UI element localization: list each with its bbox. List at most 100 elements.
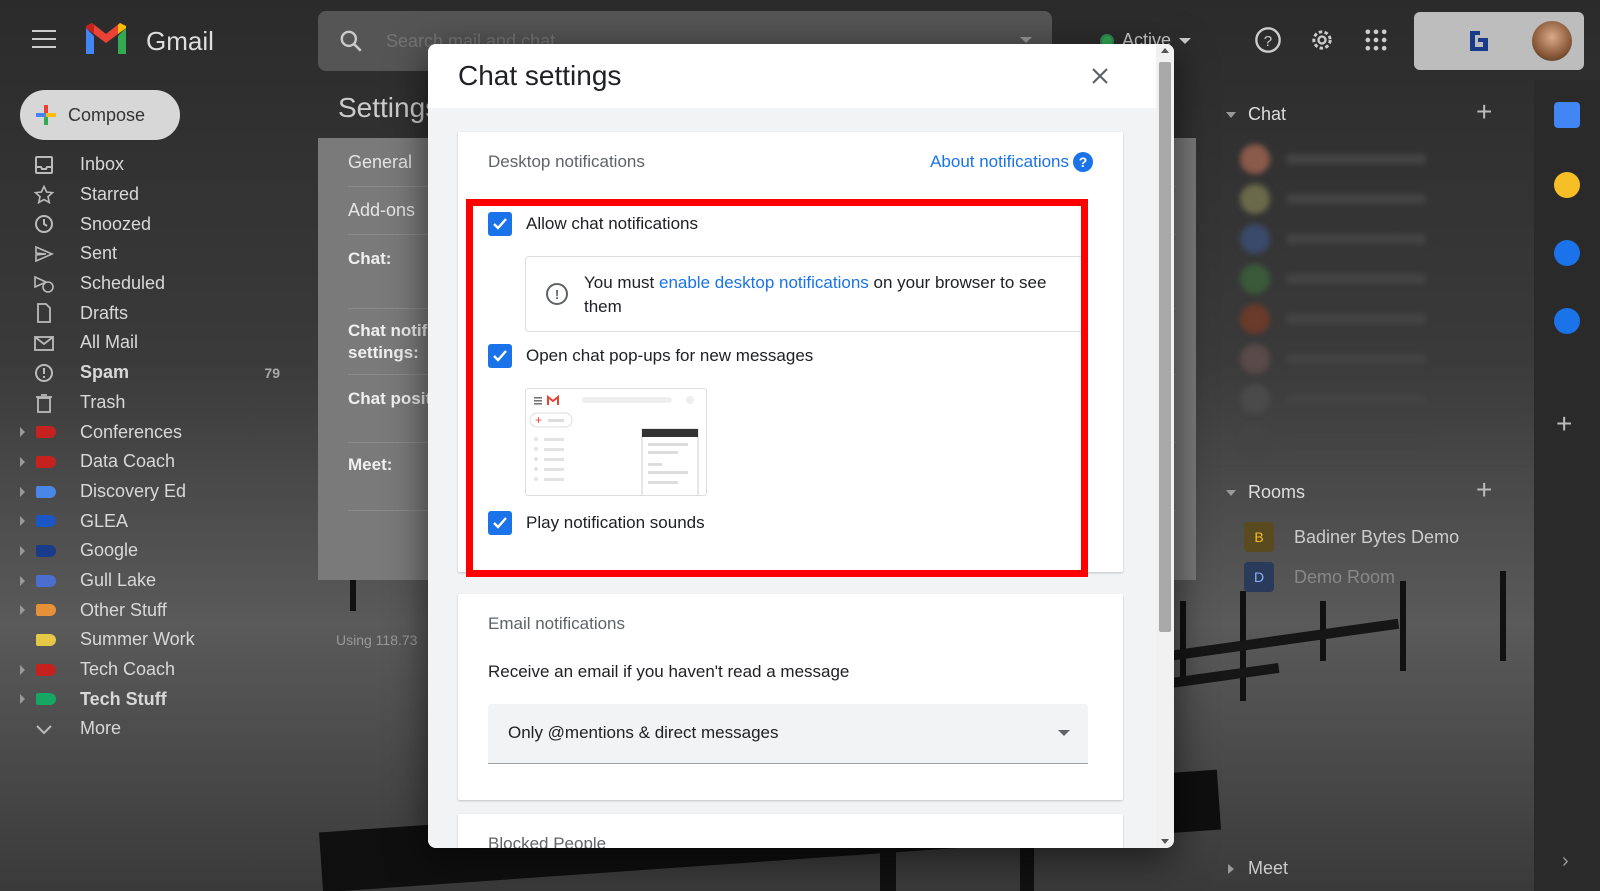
sidebar-label-item[interactable]: Conferences — [0, 417, 300, 447]
gear-icon[interactable] — [1308, 26, 1336, 54]
enable-desktop-notifications-link[interactable]: enable desktop notifications — [659, 273, 869, 292]
calendar-icon[interactable] — [1554, 102, 1580, 128]
about-notifications-label[interactable]: About notifications — [930, 152, 1069, 172]
chat-contact-row[interactable] — [1240, 144, 1440, 174]
sidebar-item-scheduled[interactable]: Scheduled — [0, 269, 300, 299]
open-chat-popups-checkbox[interactable] — [488, 344, 512, 368]
sidebar-label-item[interactable]: Discovery Ed — [0, 477, 300, 507]
sidebar-label-item[interactable]: Data Coach — [0, 447, 300, 477]
chevron-down-icon[interactable] — [1226, 112, 1236, 120]
room-item[interactable]: D Demo Room — [1244, 562, 1395, 592]
tab-add-ons[interactable]: Add-ons — [348, 200, 415, 221]
browser-permission-text: You must enable desktop notifications on… — [584, 273, 1047, 316]
open-chat-popups-row[interactable]: Open chat pop-ups for new messages — [488, 344, 813, 368]
label-tag-icon — [36, 455, 56, 468]
checkmark-icon — [493, 218, 507, 230]
label-name: Google — [80, 540, 139, 561]
sidebar-item-inbox[interactable]: Inbox — [0, 150, 300, 180]
chat-popup-preview-image: + — [525, 388, 707, 496]
expand-arrow-icon[interactable] — [20, 486, 25, 497]
allow-chat-notifications-row[interactable]: Allow chat notifications — [488, 212, 698, 236]
dialog-header: Chat settings — [428, 44, 1174, 108]
sidebar-label-item[interactable]: Tech Coach — [0, 655, 300, 685]
close-icon[interactable] — [1088, 64, 1112, 88]
help-icon[interactable]: ? — [1254, 26, 1282, 54]
scroll-up-arrow-icon[interactable] — [1161, 48, 1169, 53]
sidebar-item-drafts[interactable]: Drafts — [0, 298, 300, 328]
label-name: Gull Lake — [80, 569, 157, 590]
expand-arrow-icon[interactable] — [20, 575, 25, 586]
expand-arrow-icon[interactable] — [20, 694, 25, 705]
expand-arrow-icon[interactable] — [20, 427, 25, 438]
label-name: Data Coach — [80, 451, 176, 472]
keep-icon[interactable] — [1554, 172, 1580, 198]
expand-arrow-icon[interactable] — [20, 605, 25, 616]
chat-contact-row[interactable] — [1240, 264, 1440, 294]
expand-arrow-icon[interactable] — [20, 516, 25, 527]
chat-contact-row[interactable] — [1240, 184, 1440, 214]
chevron-right-icon[interactable] — [1228, 864, 1236, 874]
sidebar-item-snoozed[interactable]: Snoozed — [0, 209, 300, 239]
expand-arrow-icon[interactable] — [20, 456, 25, 467]
scrollbar-thumb[interactable] — [1159, 62, 1171, 632]
tab-general[interactable]: General — [348, 152, 412, 173]
chat-contact-row[interactable] — [1240, 384, 1440, 414]
about-notifications-link[interactable]: About notifications ? — [930, 152, 1093, 172]
tasks-icon[interactable] — [1554, 240, 1580, 266]
chat-section-header[interactable]: Chat — [1248, 104, 1286, 125]
expand-arrow-icon[interactable] — [20, 664, 25, 675]
sidebar-item-starred[interactable]: Starred — [0, 180, 300, 210]
room-name: Badiner Bytes Demo — [1294, 526, 1460, 547]
label-tag-icon — [36, 574, 56, 587]
label-tag-icon — [36, 693, 56, 706]
contacts-icon[interactable] — [1554, 308, 1580, 334]
sidebar-label-item[interactable]: Gull Lake — [0, 566, 300, 596]
sidebar-item-more[interactable]: More — [0, 714, 300, 744]
room-badge: D — [1244, 562, 1274, 592]
compose-button[interactable]: Compose — [20, 90, 180, 140]
main-menu-icon[interactable] — [32, 30, 56, 50]
play-notification-sounds-checkbox[interactable] — [488, 511, 512, 535]
chat-contact-row[interactable] — [1240, 224, 1440, 254]
play-notification-sounds-row[interactable]: Play notification sounds — [488, 511, 705, 535]
avatar[interactable] — [1532, 21, 1572, 61]
sidebar-label-item[interactable]: Other Stuff — [0, 595, 300, 625]
sidebar-label-item[interactable]: Google — [0, 536, 300, 566]
label-name: Tech Coach — [80, 659, 176, 680]
sidebar-label-item[interactable]: GLEA — [0, 506, 300, 536]
add-addon-plus-icon[interactable]: + — [1556, 408, 1572, 440]
apps-grid-icon[interactable] — [1362, 26, 1390, 54]
chat-contact-row[interactable] — [1240, 344, 1440, 374]
sidebar-item-all-mail[interactable]: All Mail — [0, 328, 300, 358]
desktop-notifications-heading: Desktop notifications — [488, 152, 645, 171]
meet-section-header[interactable]: Meet — [1248, 858, 1288, 879]
email-notifications-select[interactable]: Only @mentions & direct messages — [488, 704, 1088, 764]
send-icon — [35, 245, 54, 263]
new-room-plus-icon[interactable]: + — [1476, 474, 1492, 506]
search-options-icon[interactable] — [1020, 37, 1032, 43]
label-tag-icon — [36, 485, 56, 498]
account-switcher[interactable] — [1414, 12, 1584, 70]
room-item[interactable]: B Badiner Bytes Demo — [1244, 522, 1459, 552]
sidebar-item-spam[interactable]: Spam 79 — [0, 358, 300, 388]
allow-chat-notifications-checkbox[interactable] — [488, 212, 512, 236]
chevron-down-icon[interactable] — [1226, 490, 1236, 498]
sidebar-item-trash[interactable]: Trash — [0, 388, 300, 418]
dialog-scrollbar[interactable] — [1156, 44, 1174, 848]
gmail-logo-icon[interactable] — [84, 22, 128, 56]
sidebar-item-sent[interactable]: Sent — [0, 239, 300, 269]
allow-chat-notifications-label: Allow chat notifications — [526, 214, 698, 233]
search-icon[interactable] — [338, 28, 364, 54]
scroll-down-arrow-icon[interactable] — [1161, 839, 1169, 844]
expand-arrow-icon[interactable] — [20, 545, 25, 556]
new-chat-plus-icon[interactable]: + — [1476, 96, 1492, 128]
sidebar-label-item[interactable]: Summer Work — [0, 625, 300, 655]
chat-contact-row[interactable] — [1240, 304, 1440, 334]
dropdown-caret-icon — [1058, 730, 1070, 736]
chat-contact-row[interactable] — [1240, 424, 1440, 454]
rooms-section-header[interactable]: Rooms — [1248, 482, 1305, 503]
sidebar-label-item[interactable]: Tech Stuff — [0, 684, 300, 714]
label-tag-icon — [36, 544, 56, 557]
chevron-right-icon[interactable]: › — [1562, 850, 1569, 873]
browser-permission-notice: ! You must enable desktop notifications … — [525, 256, 1085, 332]
